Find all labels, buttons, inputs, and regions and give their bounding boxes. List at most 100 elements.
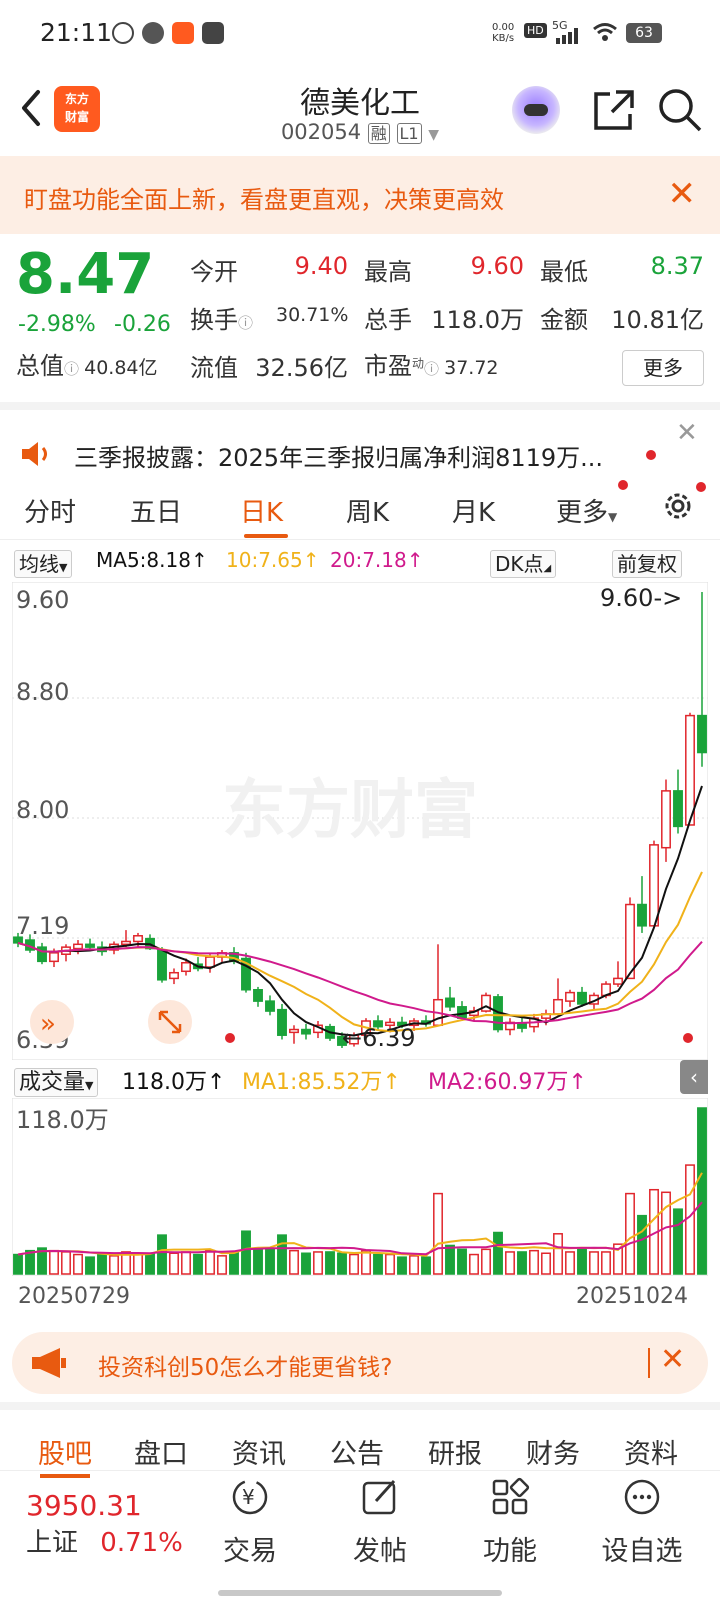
tab-daily-k[interactable]: 日K bbox=[240, 492, 283, 529]
volume-bar bbox=[325, 1251, 335, 1275]
banner-close-icon[interactable]: ✕ bbox=[668, 174, 697, 214]
message-icon bbox=[202, 22, 224, 44]
volume-bar bbox=[361, 1249, 371, 1275]
volume-bar bbox=[541, 1252, 551, 1275]
candle-body bbox=[685, 714, 695, 826]
search-icon[interactable] bbox=[656, 86, 704, 134]
tab-announcements[interactable]: 公告 bbox=[330, 1432, 384, 1471]
volume-bar bbox=[61, 1251, 71, 1275]
candle-body bbox=[49, 952, 59, 963]
corner-icon: ◢ bbox=[543, 563, 552, 574]
tab-news[interactable]: 资讯 bbox=[232, 1432, 286, 1471]
mktcap-label: 总值 bbox=[16, 352, 64, 380]
ai-assistant-icon[interactable] bbox=[512, 86, 560, 134]
trade-label: 交易 bbox=[223, 1536, 277, 1567]
y-label-719: 7.19 bbox=[16, 912, 69, 940]
period-tabs: 分时 五日 日K 周K 月K 更多▼ bbox=[0, 474, 720, 540]
collapse-panel-icon[interactable]: ‹ bbox=[680, 1060, 708, 1094]
tab-orderbook[interactable]: 盘口 bbox=[134, 1432, 188, 1471]
volume-ma2-text: MA2:60.97万 bbox=[428, 1070, 569, 1095]
tab-more[interactable]: 更多▼ bbox=[556, 492, 617, 529]
functions-button[interactable]: 功能 bbox=[460, 1477, 560, 1568]
mktcap-value: 40.84亿 bbox=[84, 357, 158, 379]
dk-point-button[interactable]: DK点◢ bbox=[490, 548, 557, 578]
net-speed: 0.00 KB/s bbox=[492, 22, 514, 44]
tab-research[interactable]: 研报 bbox=[428, 1432, 482, 1471]
volume-selector[interactable]: 成交量▼ bbox=[14, 1064, 99, 1097]
speaker-icon bbox=[22, 442, 47, 466]
ma-selector[interactable]: 均线▼ bbox=[14, 548, 73, 578]
news-text: 三季报披露：2025年三季报归属净利润8119万... bbox=[74, 444, 604, 472]
volume-bar bbox=[565, 1251, 575, 1275]
tab-five-day[interactable]: 五日 bbox=[130, 492, 182, 529]
candlestick-chart[interactable]: 东方财富 9.60 8.80 8.00 7.19 6.39 9.60-> ←6.… bbox=[12, 582, 708, 1060]
volume-bar bbox=[529, 1249, 539, 1275]
more-quote-button[interactable]: 更多 bbox=[622, 350, 704, 386]
volume-bar bbox=[229, 1251, 239, 1275]
high-label: 最高 bbox=[364, 258, 412, 286]
candle-body bbox=[673, 790, 683, 828]
tab-intraday[interactable]: 分时 bbox=[24, 492, 76, 529]
open-value: 9.40 bbox=[294, 252, 348, 280]
feature-banner[interactable]: 盯盘功能全面上新，看盘更直观，决策更高效 ✕ bbox=[0, 156, 720, 234]
settings-gear-icon[interactable] bbox=[660, 488, 696, 524]
market-cap-row: 总值ⓘ 40.84亿 bbox=[16, 346, 158, 381]
adjust-label: 前复权 bbox=[612, 550, 682, 578]
more-dots-icon bbox=[624, 1479, 660, 1515]
volume-ma1: MA1:85.52万↑ bbox=[242, 1070, 401, 1095]
amount-value: 10.81亿 bbox=[611, 306, 704, 334]
caret-icon: ▼ bbox=[59, 561, 68, 574]
volume-bar bbox=[553, 1233, 563, 1275]
news-close-icon[interactable]: ✕ bbox=[676, 418, 698, 448]
event-dot bbox=[225, 1033, 235, 1043]
status-time: 21:11 bbox=[40, 18, 113, 47]
volume-bar bbox=[205, 1249, 215, 1275]
volume-chart[interactable]: 118.0万 bbox=[12, 1098, 708, 1276]
volume-bar bbox=[625, 1192, 635, 1275]
tab-financials[interactable]: 财务 bbox=[526, 1432, 580, 1471]
tab-more-label: 更多 bbox=[556, 498, 609, 528]
post-label: 发帖 bbox=[353, 1536, 407, 1567]
volume-bar bbox=[385, 1253, 395, 1275]
news-strip[interactable]: 三季报披露：2025年三季报归属净利润8119万... ✕ bbox=[0, 402, 720, 472]
volume-bar bbox=[337, 1252, 347, 1275]
tab-weekly-k[interactable]: 周K bbox=[346, 492, 389, 529]
share-icon[interactable] bbox=[590, 86, 638, 134]
candle-body bbox=[565, 991, 575, 1002]
add-watchlist-button[interactable]: 设自选 bbox=[592, 1477, 692, 1568]
candle-body bbox=[253, 989, 263, 1002]
volume-bar bbox=[577, 1248, 587, 1275]
tab-profile[interactable]: 资料 bbox=[624, 1432, 678, 1471]
pe-sup: 动 bbox=[412, 356, 425, 371]
post-button[interactable]: 发帖 bbox=[330, 1477, 430, 1568]
index-widget[interactable]: 3950.31 上证 0.71% bbox=[26, 1489, 183, 1559]
open-label: 今开 bbox=[190, 258, 238, 286]
ma-selector-label: 均线 bbox=[19, 552, 59, 576]
promo-ad[interactable]: 投资科创50怎么才能更省钱? ✕ bbox=[12, 1332, 708, 1394]
adjust-button[interactable]: 前复权 bbox=[612, 548, 682, 578]
volume-bar bbox=[673, 1208, 683, 1275]
event-dot bbox=[683, 1033, 693, 1043]
trade-button[interactable]: ¥ 交易 bbox=[200, 1477, 300, 1568]
eastmoney-notification-icon bbox=[172, 22, 194, 44]
tab-monthly-k[interactable]: 月K bbox=[452, 492, 495, 529]
volume-bar bbox=[157, 1234, 167, 1275]
index-name: 上证 bbox=[26, 1528, 79, 1558]
volume-bar bbox=[253, 1248, 263, 1275]
tab-forum[interactable]: 股吧 bbox=[38, 1432, 92, 1471]
banner-text: 盯盘功能全面上新，看盘更直观，决策更高效 bbox=[24, 186, 504, 214]
candle-body bbox=[121, 940, 131, 946]
volume-bar bbox=[313, 1251, 323, 1275]
volume-bar bbox=[469, 1253, 479, 1275]
date-start: 20250729 bbox=[18, 1284, 130, 1309]
battery-icon: 63 bbox=[626, 23, 662, 43]
volume-bar bbox=[589, 1251, 599, 1275]
candle-body bbox=[205, 956, 215, 968]
info-icon: ⓘ bbox=[424, 360, 440, 378]
volume-bar bbox=[133, 1253, 143, 1275]
net-speed-unit: KB/s bbox=[492, 33, 515, 44]
promo-close-icon[interactable]: ✕ bbox=[660, 1342, 685, 1377]
volume-bar bbox=[373, 1253, 383, 1275]
volume-ma2: MA2:60.97万↑ bbox=[428, 1070, 587, 1095]
candle-body bbox=[445, 997, 455, 1008]
